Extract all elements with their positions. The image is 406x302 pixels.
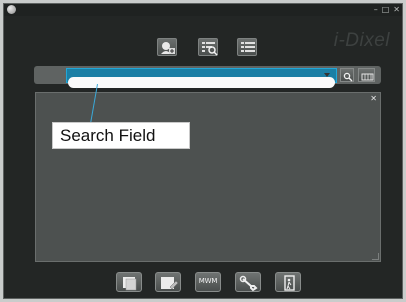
minimize-button[interactable]: – xyxy=(374,4,378,15)
title-bar: – □ ✕ xyxy=(4,4,402,16)
image-icon xyxy=(123,277,137,291)
image-edit-button[interactable] xyxy=(155,272,181,292)
panel-close-button[interactable]: ✕ xyxy=(370,94,377,103)
list-icon xyxy=(241,42,255,52)
exit-button[interactable] xyxy=(275,272,301,292)
image-button[interactable] xyxy=(116,272,142,292)
search-input[interactable] xyxy=(68,77,335,88)
main-window: – □ ✕ i-Dixel ✕ Search Field MWM xyxy=(3,3,403,299)
wrench-icon xyxy=(239,275,258,292)
keyboard-icon xyxy=(361,73,374,81)
image-edit-icon xyxy=(161,277,179,290)
add-user-icon xyxy=(161,42,175,54)
app-icon xyxy=(7,5,16,14)
mwm-icon: MWM xyxy=(198,277,218,285)
callout-label: Search Field xyxy=(52,122,190,149)
chevron-down-icon[interactable] xyxy=(324,73,330,77)
search-button[interactable] xyxy=(340,68,354,82)
resize-grip[interactable] xyxy=(372,253,379,260)
search-field-highlight xyxy=(66,68,337,88)
keyboard-button[interactable] xyxy=(358,68,375,82)
search-list-button[interactable] xyxy=(198,38,218,56)
results-panel: ✕ xyxy=(35,92,381,262)
mwm-button[interactable]: MWM xyxy=(195,272,221,292)
exit-door-icon xyxy=(284,275,295,291)
settings-button[interactable] xyxy=(235,272,261,292)
close-button[interactable]: ✕ xyxy=(393,4,400,15)
list-search-icon xyxy=(202,42,218,56)
maximize-button[interactable]: □ xyxy=(382,4,390,15)
add-user-button[interactable] xyxy=(157,38,177,56)
search-icon xyxy=(343,72,353,82)
app-logo: i-Dixel xyxy=(333,30,390,51)
list-button[interactable] xyxy=(237,38,257,56)
window-controls: – □ ✕ xyxy=(374,4,400,15)
